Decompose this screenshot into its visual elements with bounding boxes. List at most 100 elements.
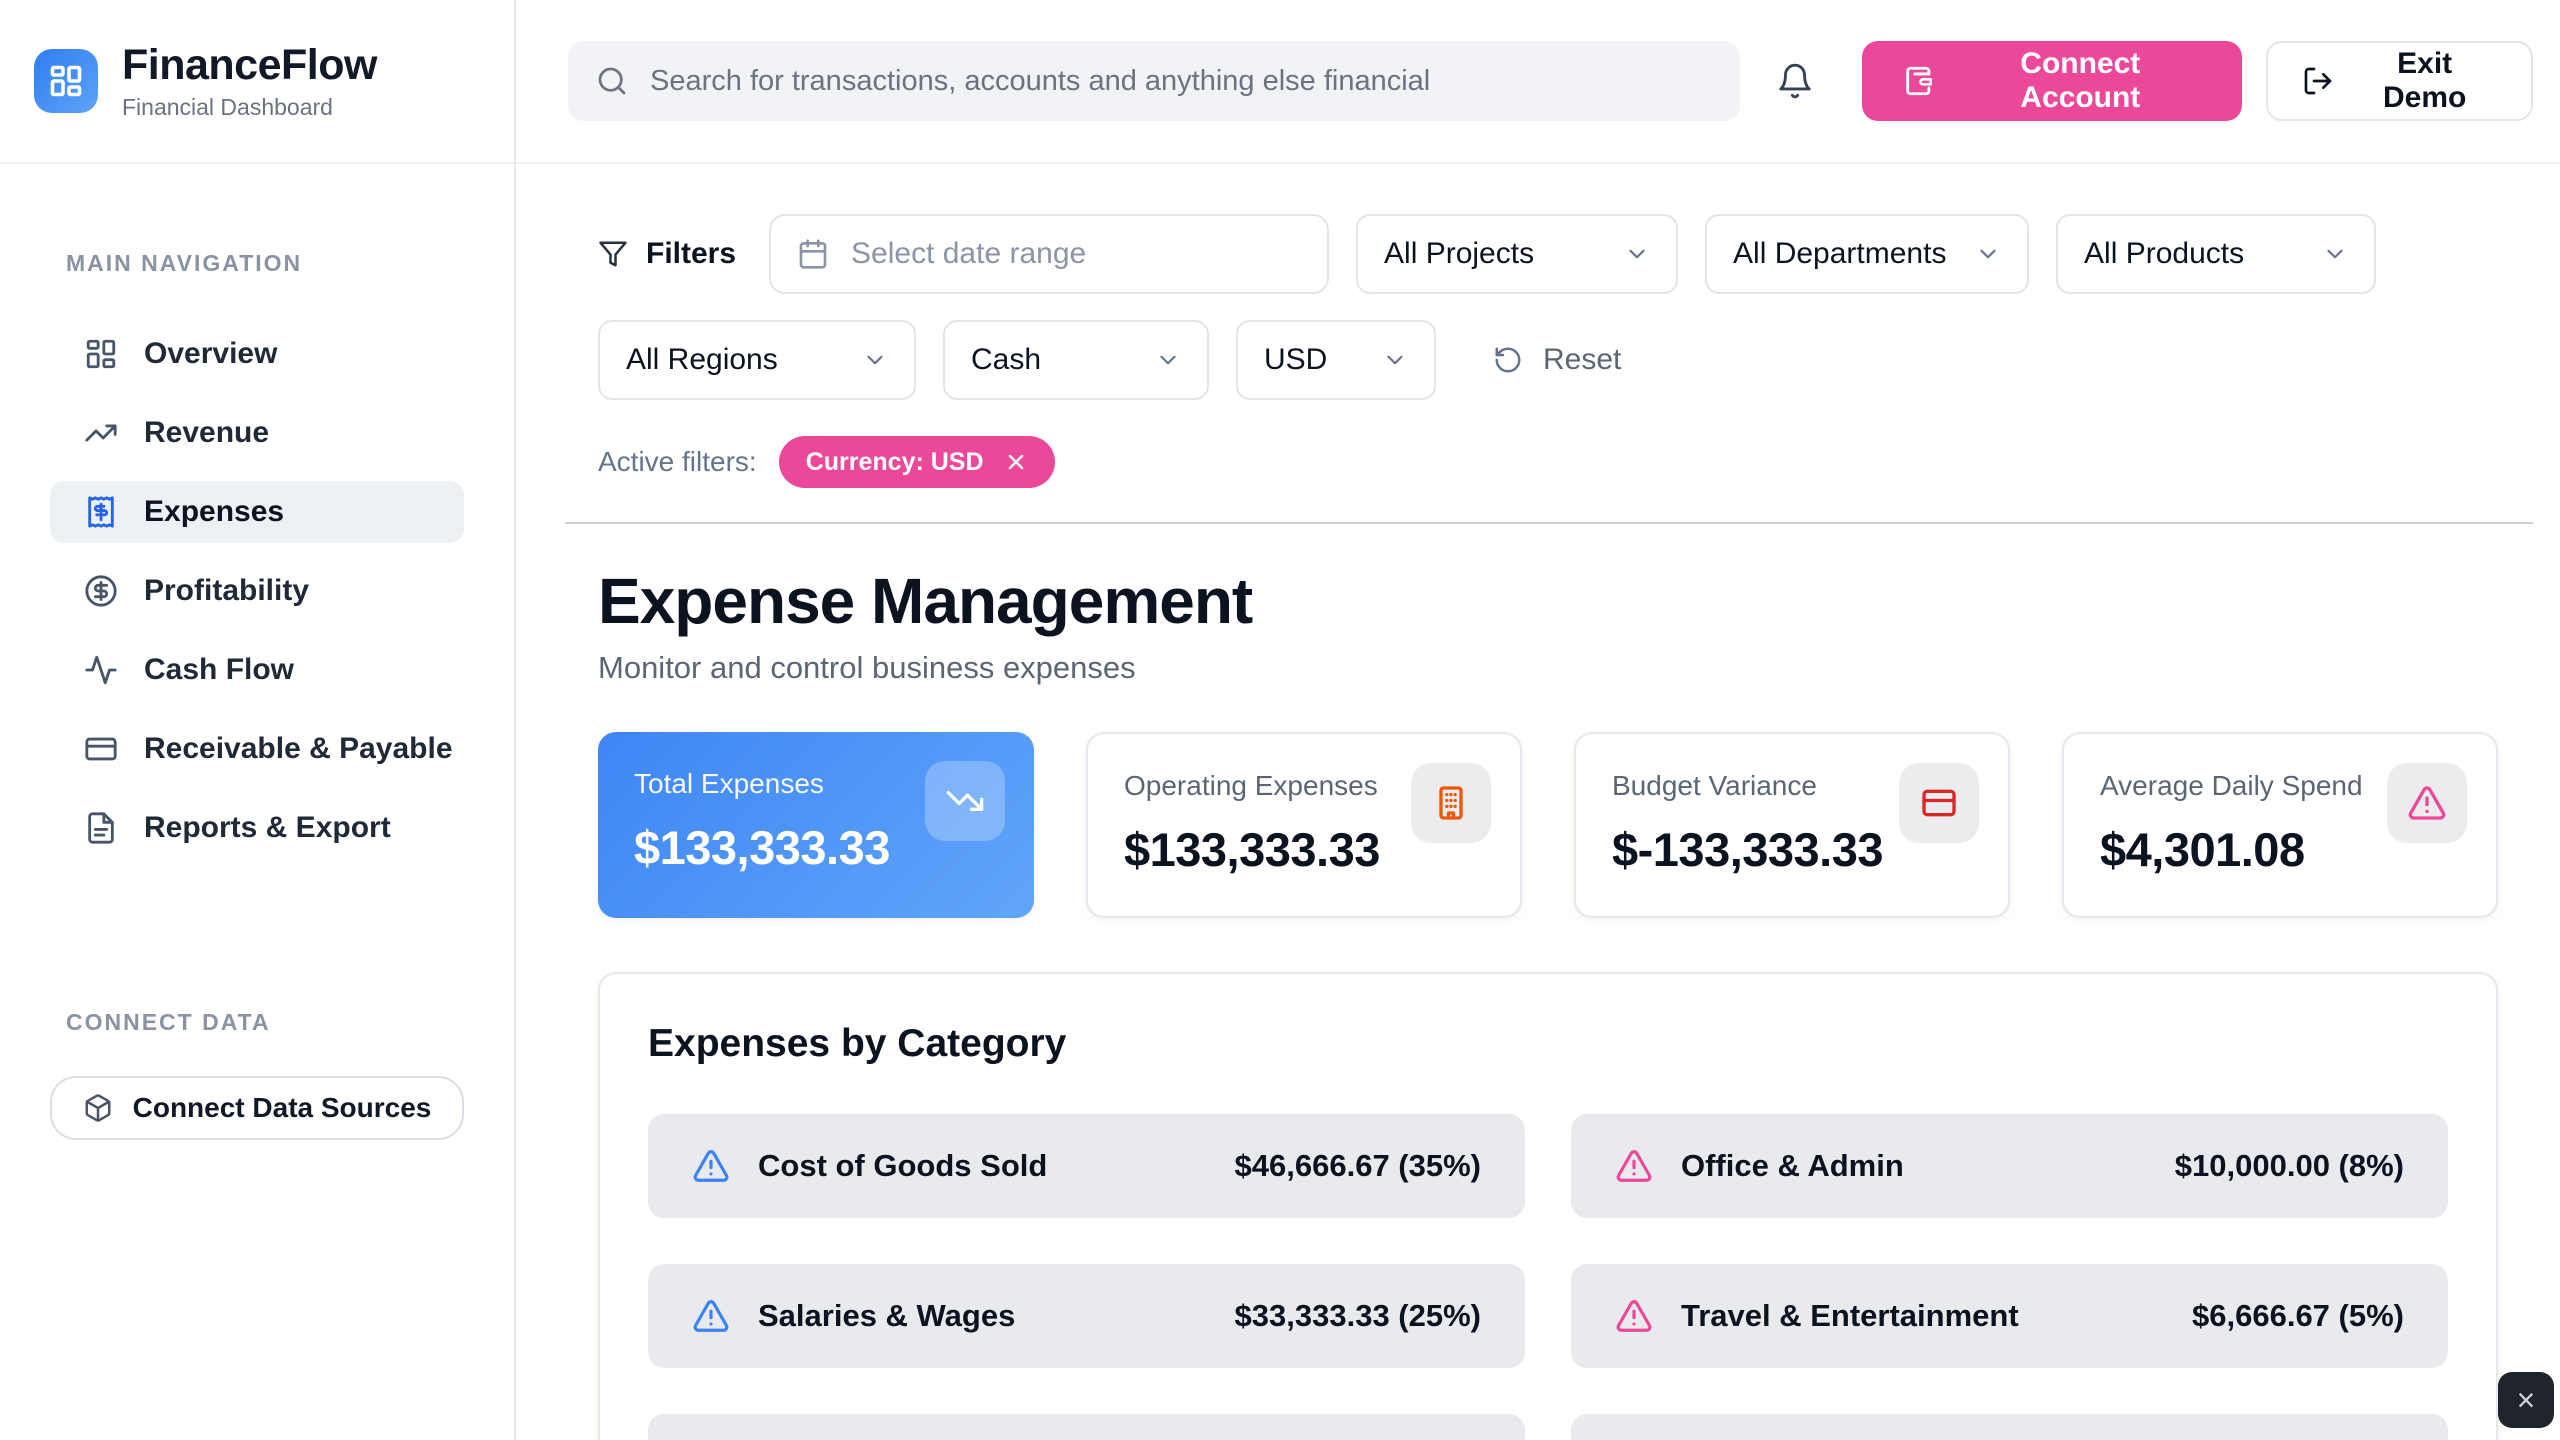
category-value: $6,666.67 (5%) bbox=[2192, 1298, 2404, 1334]
log-out-icon bbox=[2302, 65, 2334, 97]
sidebar-item-receivable-payable[interactable]: Receivable & Payable bbox=[50, 718, 464, 780]
app-logo-icon bbox=[34, 49, 98, 113]
sidebar-item-cash-flow[interactable]: Cash Flow bbox=[50, 639, 464, 701]
stat-card-budget-variance[interactable]: Budget Variance $-133,333.33 bbox=[1574, 732, 2010, 918]
products-select-value: All Products bbox=[2084, 237, 2244, 271]
category-row-salaries-wages[interactable]: Salaries & Wages $33,333.33 (25%) bbox=[648, 1264, 1525, 1368]
payment-method-select-value: Cash bbox=[971, 343, 1041, 377]
page-content: Filters All Projects All Departments All… bbox=[516, 164, 2560, 1440]
sidebar-item-expenses[interactable]: Expenses bbox=[50, 481, 464, 543]
trending-up-icon bbox=[84, 416, 118, 450]
sidebar-item-label: Cash Flow bbox=[144, 653, 294, 687]
page-title: Expense Management bbox=[598, 564, 2498, 638]
brand-text: FinanceFlow Financial Dashboard bbox=[122, 41, 377, 121]
sidebar-item-profitability[interactable]: Profitability bbox=[50, 560, 464, 622]
alert-triangle-icon bbox=[1615, 1297, 1653, 1335]
category-row-professional-services[interactable]: Professional Services $3,333.33 (3%) bbox=[1571, 1414, 2448, 1440]
category-row-office-admin[interactable]: Office & Admin $10,000.00 (8%) bbox=[1571, 1114, 2448, 1218]
sidebar-item-reports-export[interactable]: Reports & Export bbox=[50, 797, 464, 859]
connect-account-button[interactable]: Connect Account bbox=[1862, 41, 2242, 121]
nav-section-title: MAIN NAVIGATION bbox=[66, 250, 514, 277]
alert-triangle-icon bbox=[692, 1297, 730, 1335]
category-label: Office & Admin bbox=[1681, 1148, 2147, 1184]
main-navigation: Overview Revenue Expenses Profitability … bbox=[0, 323, 514, 859]
category-row-cost-of-goods-sold[interactable]: Cost of Goods Sold $46,666.67 (35%) bbox=[648, 1114, 1525, 1218]
divider bbox=[565, 522, 2533, 524]
active-filters-label: Active filters: bbox=[598, 446, 757, 478]
stat-card-total-expenses[interactable]: Total Expenses $133,333.33 bbox=[598, 732, 1034, 918]
chevron-down-icon bbox=[862, 347, 888, 373]
regions-select[interactable]: All Regions bbox=[598, 320, 916, 400]
chevron-down-icon bbox=[1155, 347, 1181, 373]
projects-select[interactable]: All Projects bbox=[1356, 214, 1678, 294]
connect-data-sources-label: Connect Data Sources bbox=[133, 1092, 432, 1124]
notifications-button[interactable] bbox=[1776, 62, 1814, 100]
stat-card-operating-expenses[interactable]: Operating Expenses $133,333.33 bbox=[1086, 732, 1522, 918]
sidebar-item-label: Revenue bbox=[144, 416, 269, 450]
category-row-travel-entertainment[interactable]: Travel & Entertainment $6,666.67 (5%) bbox=[1571, 1264, 2448, 1368]
remove-currency-filter-button[interactable] bbox=[1004, 450, 1028, 474]
funnel-icon bbox=[598, 239, 628, 269]
calendar-icon bbox=[797, 238, 829, 270]
connect-account-label: Connect Account bbox=[1958, 47, 2202, 115]
regions-select-value: All Regions bbox=[626, 343, 778, 377]
alert-triangle-icon bbox=[1615, 1147, 1653, 1185]
page-subtitle: Monitor and control business expenses bbox=[598, 650, 2498, 686]
search-icon bbox=[596, 65, 628, 97]
exit-demo-label: Exit Demo bbox=[2352, 47, 2497, 115]
trending-down-icon bbox=[925, 761, 1005, 841]
connect-data-sources-button[interactable]: Connect Data Sources bbox=[50, 1076, 464, 1140]
exit-demo-button[interactable]: Exit Demo bbox=[2266, 41, 2533, 121]
alert-triangle-icon bbox=[2387, 763, 2467, 843]
alert-triangle-icon bbox=[692, 1147, 730, 1185]
search-input[interactable] bbox=[650, 65, 1712, 98]
close-icon bbox=[1004, 450, 1028, 474]
main-area: Connect Account Exit Demo Filters All Pr… bbox=[516, 0, 2560, 1440]
filters-label: Filters bbox=[646, 237, 736, 271]
filters-row-2: All Regions Cash USD Reset bbox=[598, 320, 2498, 400]
global-search[interactable] bbox=[568, 41, 1740, 121]
payment-method-select[interactable]: Cash bbox=[943, 320, 1209, 400]
dollar-circle-icon bbox=[84, 574, 118, 608]
building-icon bbox=[1411, 763, 1491, 843]
sidebar-item-overview[interactable]: Overview bbox=[50, 323, 464, 385]
currency-filter-chip[interactable]: Currency: USD bbox=[779, 436, 1055, 488]
close-icon: × bbox=[2517, 1382, 2536, 1419]
departments-select-value: All Departments bbox=[1733, 237, 1946, 271]
sidebar-item-label: Reports & Export bbox=[144, 811, 391, 845]
credit-card-icon bbox=[1899, 763, 1979, 843]
app-tagline: Financial Dashboard bbox=[122, 94, 377, 121]
sidebar-item-label: Profitability bbox=[144, 574, 309, 608]
receipt-icon bbox=[84, 495, 118, 529]
sidebar-item-label: Receivable & Payable bbox=[144, 732, 453, 766]
credit-card-icon bbox=[84, 732, 118, 766]
wallet-icon bbox=[1902, 64, 1936, 98]
date-range-input[interactable] bbox=[851, 237, 1301, 271]
filters-row-1: Filters All Projects All Departments All… bbox=[598, 214, 2498, 294]
category-label: Travel & Entertainment bbox=[1681, 1298, 2164, 1334]
category-label: Cost of Goods Sold bbox=[758, 1148, 1207, 1184]
rotate-ccw-icon bbox=[1493, 345, 1523, 375]
chevron-down-icon bbox=[2322, 241, 2348, 267]
currency-select[interactable]: USD bbox=[1236, 320, 1436, 400]
overlay-close-button[interactable]: × bbox=[2498, 1372, 2554, 1428]
sidebar-item-revenue[interactable]: Revenue bbox=[50, 402, 464, 464]
category-row-marketing[interactable]: Marketing $20,000.00 (15%) bbox=[648, 1414, 1525, 1440]
category-value: $10,000.00 (8%) bbox=[2175, 1148, 2404, 1184]
chevron-down-icon bbox=[1975, 241, 2001, 267]
reset-filters-button[interactable]: Reset bbox=[1493, 343, 1621, 377]
products-select[interactable]: All Products bbox=[2056, 214, 2376, 294]
currency-select-value: USD bbox=[1264, 343, 1327, 377]
stat-card-average-daily-spend[interactable]: Average Daily Spend $4,301.08 bbox=[2062, 732, 2498, 918]
brand: FinanceFlow Financial Dashboard bbox=[0, 0, 514, 164]
sidebar-item-label: Overview bbox=[144, 337, 277, 371]
date-range-picker[interactable] bbox=[769, 214, 1329, 294]
departments-select[interactable]: All Departments bbox=[1705, 214, 2029, 294]
dashboard-grid-icon bbox=[84, 337, 118, 371]
app-title: FinanceFlow bbox=[122, 41, 377, 90]
active-filters: Active filters: Currency: USD bbox=[598, 436, 2498, 488]
category-label: Salaries & Wages bbox=[758, 1298, 1207, 1334]
reset-label: Reset bbox=[1543, 343, 1621, 377]
category-value: $46,666.67 (35%) bbox=[1235, 1148, 1481, 1184]
chevron-down-icon bbox=[1382, 347, 1408, 373]
